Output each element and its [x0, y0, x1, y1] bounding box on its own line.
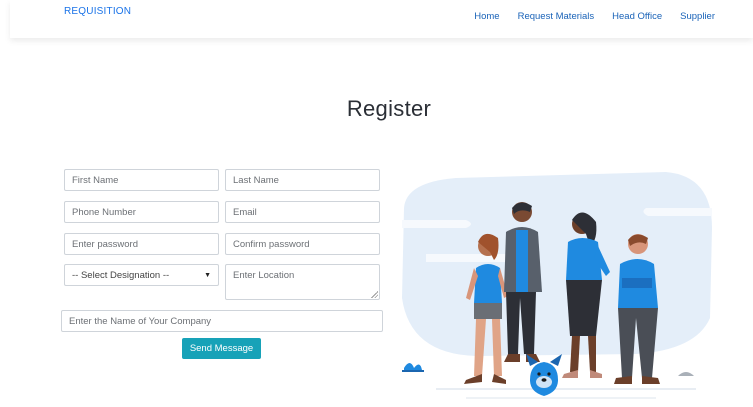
resize-grip-icon[interactable] — [371, 291, 378, 298]
first-name-input[interactable] — [64, 169, 219, 191]
plant-icon — [402, 363, 424, 372]
background-highlight-right — [643, 208, 712, 216]
navbar: REQUISITION Home Request Materials Head … — [10, 0, 753, 38]
team-illustration — [402, 172, 712, 399]
password-input[interactable] — [64, 233, 219, 255]
location-textarea[interactable] — [225, 264, 380, 300]
location-wrapper — [225, 264, 380, 300]
nav-link-home[interactable]: Home — [474, 11, 499, 22]
designation-select-value: -- Select Designation -- — [72, 269, 170, 281]
background-highlight-left — [402, 220, 471, 228]
rock-icon — [678, 372, 694, 376]
caret-down-icon: ▼ — [204, 271, 211, 279]
nav-link-head-office[interactable]: Head Office — [612, 11, 662, 22]
phone-number-input[interactable] — [64, 201, 219, 223]
company-name-input[interactable] — [61, 310, 383, 332]
last-name-input[interactable] — [225, 169, 380, 191]
nav-links: Home Request Materials Head Office Suppl… — [474, 11, 715, 22]
nav-link-request-materials[interactable]: Request Materials — [518, 11, 595, 22]
send-message-button[interactable]: Send Message — [182, 338, 261, 359]
background-blob — [402, 172, 712, 356]
email-input[interactable] — [225, 201, 380, 223]
designation-select[interactable]: -- Select Designation -- ▼ — [64, 264, 219, 286]
confirm-password-input[interactable] — [225, 233, 380, 255]
background-highlight-mid — [426, 254, 510, 262]
brand-link[interactable]: REQUISITION — [64, 6, 131, 17]
page-title: Register — [346, 96, 432, 121]
nav-link-supplier[interactable]: Supplier — [680, 11, 715, 22]
